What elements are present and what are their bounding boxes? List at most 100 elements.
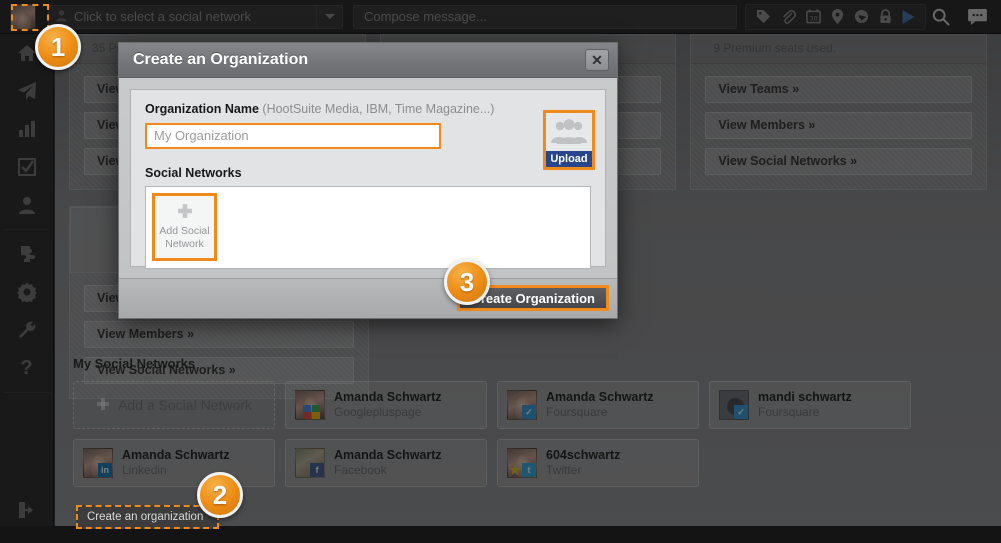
app-root: 35 Premium seats used. View Teams » View… [0,0,1001,543]
chevron-down-icon[interactable] [316,5,342,28]
view-social-networks-button-3[interactable]: View Social Networks » [705,148,973,175]
view-teams-button-3[interactable]: View Teams » [705,76,973,103]
sidebar-item-publisher[interactable] [0,72,54,110]
plus-icon [177,203,193,222]
send-icon[interactable] [902,9,915,24]
avatar-highlight-outline [11,4,49,31]
add-social-network-tile[interactable]: Add Social Network [152,193,217,261]
compose-toolbar: 30 [745,3,926,30]
social-network-card[interactable]: ✓ mandi schwartz Foursquare [709,381,911,429]
avatar: t [507,448,537,478]
social-network-type: Foursquare [546,405,608,420]
globe-icon[interactable] [854,9,869,24]
social-network-select[interactable]: Click to select a social network [48,4,343,29]
view-members-button-4[interactable]: View Members » [84,321,354,348]
plus-icon [96,397,110,414]
foursquare-icon: ✓ [522,405,536,419]
location-pin-icon[interactable] [831,9,844,24]
organization-name-label-text: Organization Name [145,102,259,116]
svg-text:30: 30 [809,14,817,22]
calendar-icon[interactable]: 30 [806,9,821,24]
tag-icon[interactable] [756,9,771,24]
person-icon [55,9,68,25]
social-networks-grid: Add a Social Network Amanda Schwartz Goo… [73,381,983,487]
left-sidebar: ? [0,34,54,543]
avatar [295,390,325,420]
twitter-icon: t [522,463,536,477]
view-members-button-3[interactable]: View Members » [705,112,973,139]
social-network-type: Facebook [334,463,387,478]
sidebar-item-contacts[interactable] [0,186,54,224]
avatar: in [83,448,113,478]
modal-title-text: Create an Organization [133,51,309,68]
organization-name-label: Organization Name (HootSuite Media, IBM,… [145,102,591,116]
social-network-card[interactable]: in Amanda Schwartz Linkedin [73,439,275,487]
modal-inner-panel: Organization Name (HootSuite Media, IBM,… [130,89,606,269]
seats-used-text-3: 9 Premium seats used. [691,35,987,64]
create-an-organization-link[interactable]: Create an organization [76,505,219,529]
search-icon[interactable] [932,8,950,26]
sidebar-item-analytics[interactable] [0,110,54,148]
googleplus-icon [303,405,321,419]
compose-placeholder: Compose message... [364,9,487,24]
topbar-right-icons [932,8,987,26]
social-network-account-name: Amanda Schwartz [334,447,442,462]
sidebar-item-app-directory[interactable] [0,235,54,273]
add-social-network-label: Add a Social Network [118,397,252,413]
social-network-card[interactable]: t 604schwartz Twitter [497,439,699,487]
top-compose-bar: Click to select a social network Compose… [0,0,1001,34]
social-network-type: Googlepluspage [334,405,422,420]
sidebar-item-assignments[interactable] [0,148,54,186]
sidebar-item-settings[interactable] [0,273,54,311]
linkedin-icon: in [98,463,112,477]
avatar: f [295,448,325,478]
social-networks-label: Social Networks [145,166,242,180]
sidebar-item-tools[interactable] [0,311,54,349]
social-network-select-placeholder: Click to select a social network [74,9,252,24]
sidebar-divider-2 [3,392,50,393]
create-organization-modal: Create an Organization ✕ Organization Na… [118,42,618,319]
step-badge-2: 2 [197,472,243,518]
group-icon [550,113,588,151]
star-icon [508,463,522,477]
lock-icon[interactable] [879,9,892,24]
organization-name-hint: (HootSuite Media, IBM, Time Magazine...) [262,102,495,116]
social-network-account-name: Amanda Schwartz [334,389,442,404]
sidebar-item-sign-out[interactable] [0,491,54,529]
social-networks-area: Add Social Network [145,186,591,269]
step-badge-3: 3 [444,259,490,305]
organization-name-input[interactable]: My Organization [145,123,441,149]
social-network-card[interactable]: Amanda Schwartz Googlepluspage [285,381,487,429]
sidebar-divider [3,229,50,230]
modal-footer: Create Organization [119,278,617,318]
organization-panel-3-body: View Teams » View Members » View Social … [691,64,987,189]
upload-button[interactable]: Upload [546,151,592,167]
organization-panel-3: 9 Premium seats used. View Teams » View … [690,34,988,190]
my-social-networks-section: My Social Networks Add a Social Network [55,356,1001,487]
compose-message-input[interactable]: Compose message... [353,4,737,29]
modal-title-bar: Create an Organization ✕ [119,43,617,78]
social-network-card[interactable]: ✓ Amanda Schwartz Foursquare [497,381,699,429]
social-network-account-name: mandi schwartz [758,389,852,404]
social-network-account-name: Amanda Schwartz [546,389,654,404]
chat-bubble-icon[interactable] [968,8,987,25]
modal-body: Organization Name (HootSuite Media, IBM,… [119,78,617,278]
my-social-networks-title: My Social Networks [73,356,196,371]
paperclip-icon[interactable] [781,9,796,24]
avatar: ✓ [719,390,749,420]
step-badge-1: 1 [35,24,81,70]
social-network-card[interactable]: f Amanda Schwartz Facebook [285,439,487,487]
social-network-account-name: Amanda Schwartz [122,447,230,462]
add-social-network-tile-line2: Network [165,238,204,250]
avatar: ✓ [507,390,537,420]
sidebar-item-help[interactable]: ? [0,349,54,387]
add-social-network-card[interactable]: Add a Social Network [73,381,275,429]
foursquare-icon: ✓ [734,405,748,419]
social-network-account-name: 604schwartz [546,447,621,462]
facebook-icon: f [310,463,324,477]
social-network-type: Twitter [546,463,582,478]
close-icon[interactable]: ✕ [585,49,609,71]
add-social-network-tile-line1: Add Social [159,224,210,237]
social-network-type: Foursquare [758,405,820,420]
organization-logo-upload[interactable]: Upload [543,110,595,170]
